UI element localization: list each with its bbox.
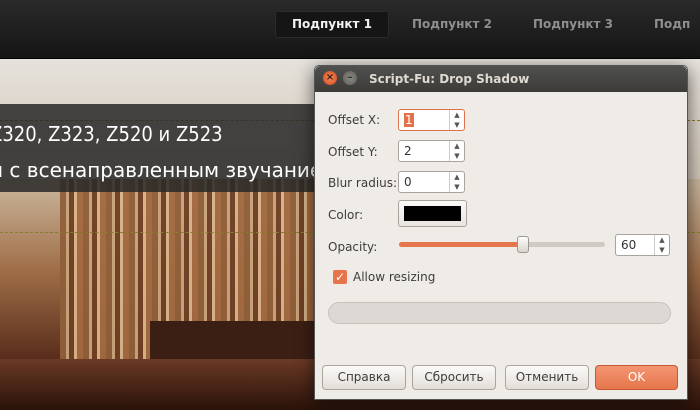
opacity-slider-thumb[interactable] bbox=[516, 236, 529, 253]
cancel-button[interactable]: Отменить bbox=[505, 365, 589, 390]
nav-item-1[interactable]: Подпункт 1 bbox=[275, 11, 390, 38]
opacity-slider[interactable] bbox=[399, 236, 605, 253]
offset-y-stepper-icon[interactable]: ▲ ▼ bbox=[449, 141, 464, 161]
offset-y-value: 2 bbox=[404, 144, 412, 158]
caption-line-2: н с всенаправленным звучанием bbox=[0, 158, 338, 182]
opacity-stepper-icon[interactable]: ▲ ▼ bbox=[654, 235, 669, 255]
offset-x-stepper-icon[interactable]: ▲ ▼ bbox=[449, 110, 464, 130]
color-label: Color: bbox=[328, 208, 364, 222]
blur-radius-value: 0 bbox=[404, 175, 412, 189]
dialog-titlebar[interactable]: × – Script-Fu: Drop Shadow bbox=[315, 66, 687, 92]
drop-shadow-dialog: × – Script-Fu: Drop Shadow Offset X: 1 ▲… bbox=[314, 65, 688, 400]
opacity-input[interactable]: 60 ▲ ▼ bbox=[615, 234, 670, 256]
blur-radius-input[interactable]: 0 ▲ ▼ bbox=[398, 171, 465, 193]
help-button[interactable]: Справка bbox=[322, 365, 406, 390]
allow-resizing-label[interactable]: Allow resizing bbox=[353, 270, 435, 284]
blur-radius-stepper-icon[interactable]: ▲ ▼ bbox=[449, 172, 464, 192]
allow-resizing-checkbox[interactable]: ✓ bbox=[333, 270, 347, 284]
offset-y-label: Offset Y: bbox=[328, 145, 378, 159]
color-swatch bbox=[404, 206, 461, 221]
offset-x-input[interactable]: 1 ▲ ▼ bbox=[398, 109, 465, 131]
close-icon[interactable]: × bbox=[323, 71, 337, 85]
offset-x-label: Offset X: bbox=[328, 113, 381, 127]
offset-x-value: 1 bbox=[404, 113, 414, 127]
blur-radius-label: Blur radius: bbox=[328, 176, 398, 190]
opacity-value: 60 bbox=[621, 238, 637, 252]
hero-caption: Z320, Z323, Z520 и Z523 н с всенаправлен… bbox=[0, 104, 337, 192]
opacity-slider-fill bbox=[399, 242, 523, 247]
nav-item-3[interactable]: Подпункт 3 bbox=[533, 11, 613, 38]
color-button[interactable] bbox=[398, 200, 467, 227]
hero-desk bbox=[150, 321, 330, 361]
caption-line-1: Z320, Z323, Z520 и Z523 bbox=[0, 122, 223, 146]
opacity-label: Opacity: bbox=[328, 240, 378, 254]
nav-item-4[interactable]: Подп bbox=[654, 11, 690, 38]
nav-item-2[interactable]: Подпункт 2 bbox=[412, 11, 492, 38]
ok-button[interactable]: OK bbox=[595, 365, 678, 390]
offset-y-input[interactable]: 2 ▲ ▼ bbox=[398, 140, 465, 162]
minimize-icon[interactable]: – bbox=[343, 71, 357, 85]
reset-button[interactable]: Сбросить bbox=[412, 365, 496, 390]
site-top-nav: Подпункт 1 Подпункт 2 Подпункт 3 Подп bbox=[0, 0, 700, 59]
dialog-title: Script-Fu: Drop Shadow bbox=[369, 72, 530, 86]
progress-bar bbox=[328, 302, 671, 324]
